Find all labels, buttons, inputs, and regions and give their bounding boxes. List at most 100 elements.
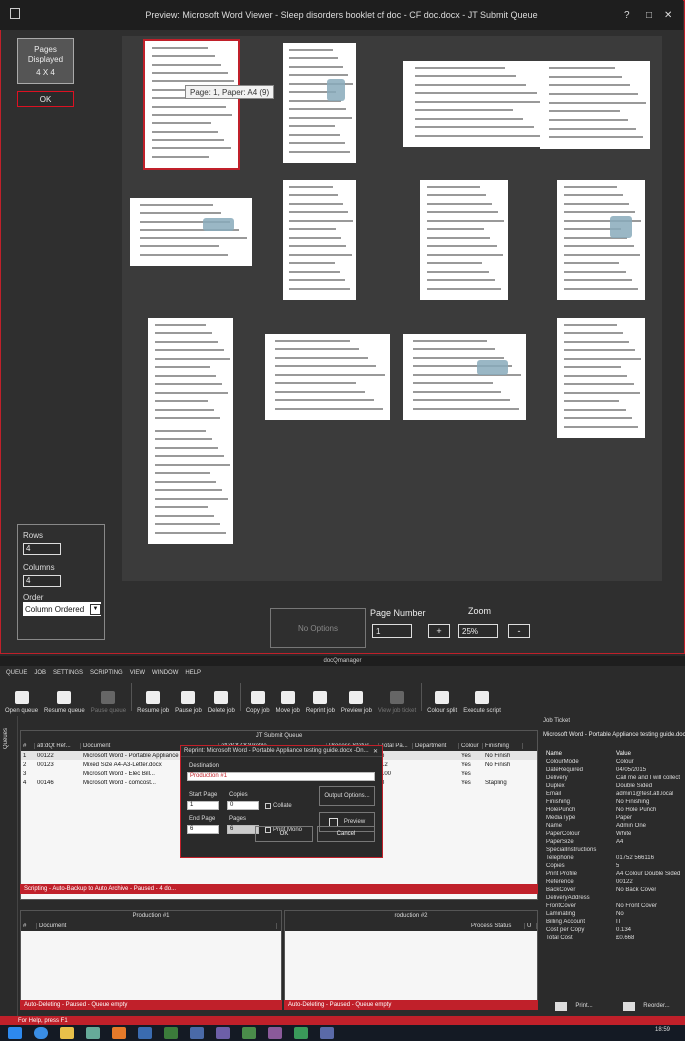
page-thumbnail[interactable] (557, 180, 645, 300)
app-icon[interactable] (320, 1027, 334, 1039)
ok-button[interactable]: OK (17, 91, 74, 107)
page-thumbnail[interactable] (143, 39, 240, 170)
ribbon-button[interactable]: Resume queue (41, 680, 88, 714)
collate-checkbox[interactable]: Collate (265, 803, 292, 809)
ribbon-button[interactable]: Resume job (134, 680, 172, 714)
reprint-close-button[interactable]: ✕ (373, 748, 378, 755)
menu-window[interactable]: WINDOW (152, 670, 178, 676)
toolbar-icon (475, 691, 490, 704)
column-header[interactable]: Department (413, 743, 459, 749)
page-thumbnail[interactable] (540, 61, 650, 149)
page-number-input[interactable]: 1 (372, 624, 412, 638)
no-options-button: No Options (270, 608, 366, 648)
reorder-label: Reorder... (643, 1003, 670, 1009)
close-button[interactable]: ✕ (664, 10, 672, 21)
column-header[interactable]: Document (37, 923, 277, 929)
ribbon-button[interactable]: Execute script (460, 680, 504, 714)
chevron-down-icon: ▼ (90, 603, 101, 615)
table-cell: 6 (379, 753, 413, 759)
job-ticket-row: Cost per Copy 0.134 (540, 926, 685, 934)
menu-settings[interactable]: SETTINGS (53, 670, 83, 676)
ribbon-button[interactable]: Pause job (172, 680, 205, 714)
start-page-input[interactable]: 1 (187, 801, 219, 810)
menu-job[interactable]: JOB (34, 670, 46, 676)
column-header[interactable]: Colour (459, 743, 483, 749)
table-cell: 3 (23, 770, 27, 777)
ribbon-button[interactable]: Reprint job (303, 680, 338, 714)
job-ticket-buttons: Print... Reorder... (540, 996, 685, 1016)
ribbon-button[interactable]: Colour split (424, 680, 460, 714)
column-header[interactable]: atl:dQt Ref... (35, 743, 81, 749)
end-page-label: End Page (189, 816, 216, 822)
page-thumbnail[interactable] (557, 318, 645, 438)
production1-header: # Document (21, 921, 281, 931)
zoom-in-button[interactable]: + (428, 624, 450, 638)
folder-icon[interactable] (60, 1027, 74, 1039)
reprint-ok-button[interactable]: OK (255, 826, 313, 842)
app-icon[interactable] (268, 1027, 282, 1039)
app-icon[interactable] (216, 1027, 230, 1039)
menu-view[interactable]: VIEW (130, 670, 145, 676)
job-ticket-row: DeliveryAddress (540, 894, 685, 902)
order-select[interactable]: Column Ordered ▼ (23, 602, 101, 616)
job-ticket-panel: Job Ticket Microsoft Word - Portable App… (540, 716, 685, 1016)
end-page-input[interactable]: 6 (187, 825, 219, 834)
columns-input[interactable]: 4 (23, 575, 61, 587)
taskbar-clock: 18:59 (655, 1027, 671, 1033)
job-ticket-row: Email admin1@test.atl.local (540, 790, 685, 798)
job-ticket-cell: FrontCover (546, 903, 577, 909)
page-thumbnail[interactable] (420, 180, 508, 300)
job-ticket-cell: Paper (616, 815, 633, 821)
reprint-cancel-button[interactable]: Cancel (317, 826, 375, 842)
app-icon[interactable] (242, 1027, 256, 1039)
print-button[interactable]: Print... (555, 1001, 593, 1011)
zoom-out-button[interactable]: - (508, 624, 530, 638)
menu-queue[interactable]: QUEUE (6, 670, 27, 676)
app-icon[interactable] (112, 1027, 126, 1039)
column-header[interactable]: # (21, 923, 37, 929)
page-thumbnail[interactable] (148, 424, 233, 544)
page-thumbnail[interactable] (265, 334, 390, 420)
app-icon[interactable] (138, 1027, 152, 1039)
column-header[interactable]: U (525, 923, 537, 929)
job-ticket-row: Total Cost £0.668 (540, 934, 685, 942)
page-thumbnail[interactable] (403, 61, 553, 147)
menu-scripting[interactable]: SCRIPTING (90, 670, 123, 676)
destination-select[interactable]: Production #1 (187, 772, 375, 781)
zoom-input[interactable]: 25% (458, 624, 498, 638)
queues-side-tab[interactable]: Queues (0, 716, 18, 1016)
ribbon-button[interactable]: Copy job (243, 680, 273, 714)
reorder-button[interactable]: Reorder... (623, 1001, 670, 1011)
ribbon-button-label: Open queue (5, 708, 39, 714)
app-icon[interactable] (164, 1027, 178, 1039)
ribbon-button[interactable]: Preview job (338, 680, 375, 714)
page-thumbnail[interactable] (283, 180, 356, 300)
app-icon[interactable] (190, 1027, 204, 1039)
page-thumbnail[interactable] (283, 43, 356, 163)
column-header[interactable]: # (21, 743, 35, 749)
help-button[interactable]: ? (624, 10, 630, 21)
copies-input[interactable]: 0 (227, 801, 259, 810)
menu-help[interactable]: HELP (185, 670, 201, 676)
column-header[interactable]: Process Status (469, 923, 525, 929)
page-thumbnail[interactable] (130, 198, 252, 266)
page-thumbnail[interactable] (403, 334, 526, 420)
ribbon-button[interactable]: Delete job (205, 680, 238, 714)
app-icon[interactable] (294, 1027, 308, 1039)
destination-label: Destination (189, 763, 220, 769)
column-header[interactable]: Total Pa... (379, 743, 413, 749)
job-ticket-row: MediaType Paper (540, 814, 685, 822)
ribbon-button[interactable]: Open queue (2, 680, 41, 714)
ie-icon[interactable] (34, 1027, 48, 1039)
maximize-button[interactable]: □ (646, 10, 652, 21)
column-header[interactable]: Finishing (483, 743, 523, 749)
start-page-label: Start Page (189, 792, 218, 798)
page-thumbnail[interactable] (148, 318, 233, 438)
start-icon[interactable] (8, 1027, 22, 1039)
output-options-button[interactable]: Output Options... (319, 786, 375, 806)
app-icon[interactable] (86, 1027, 100, 1039)
ribbon-button[interactable]: Move job (273, 680, 303, 714)
rows-input[interactable]: 4 (23, 543, 61, 555)
pages-displayed-button[interactable]: Pages Displayed 4 X 4 (17, 38, 74, 84)
job-ticket-cell: Laminating (546, 911, 576, 917)
